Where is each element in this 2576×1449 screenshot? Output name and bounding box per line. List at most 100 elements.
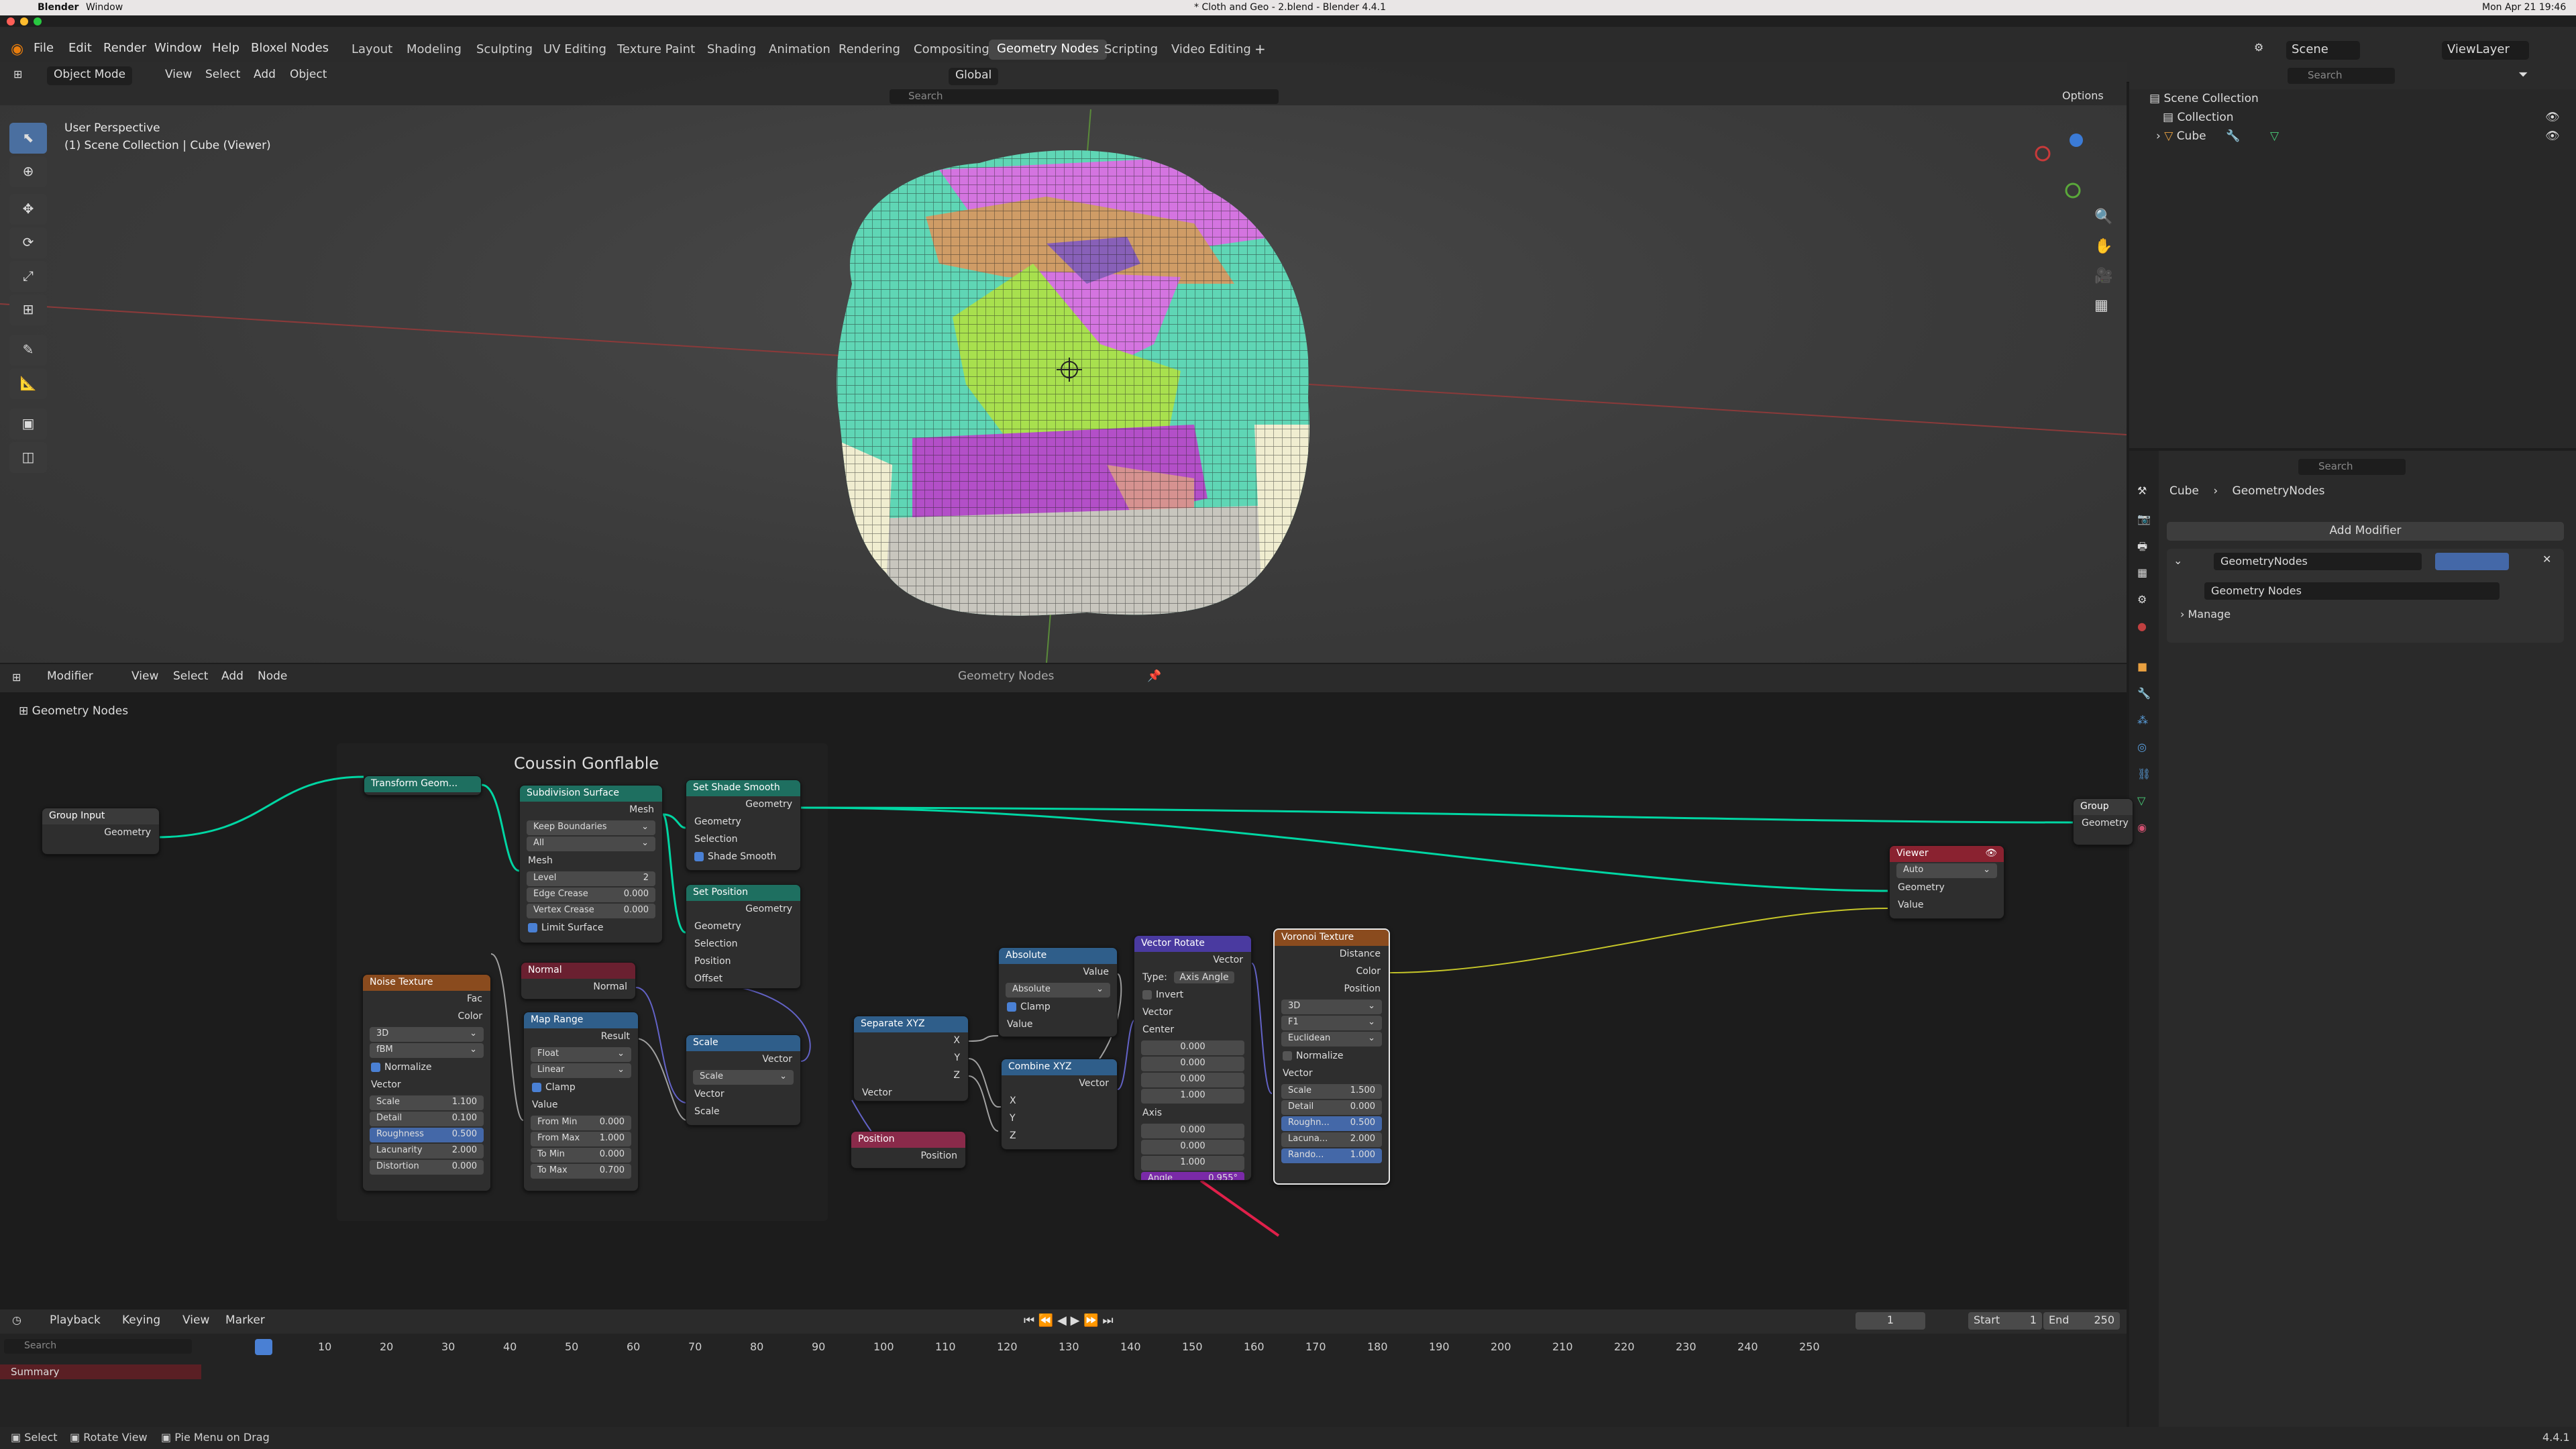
menu-window[interactable]: Window [154, 41, 202, 55]
current-frame-field[interactable]: 1 [1856, 1312, 1925, 1330]
node-position[interactable]: Position Position [851, 1131, 966, 1169]
node-header[interactable]: Combine XYZ [1002, 1059, 1117, 1075]
center-w-field[interactable]: 1.000 [1141, 1089, 1244, 1104]
output-tab-icon[interactable]: 🖶 [2137, 539, 2147, 557]
rotation-type-dropdown[interactable]: Axis Angle [1174, 971, 1234, 983]
randomness-field[interactable]: Rando... 1.000 [1281, 1148, 1382, 1163]
tab-texture-paint[interactable]: Texture Paint [617, 42, 695, 62]
close-icon[interactable]: ✕ [2542, 553, 2551, 566]
add-workspace-icon[interactable]: + [1254, 41, 1266, 57]
uv-smooth-dropdown[interactable]: All ⌄ [527, 837, 655, 851]
chevron-right-icon[interactable]: › [2156, 129, 2164, 143]
normalize-checkbox[interactable]: Normalize [1275, 1048, 1389, 1065]
eye-icon[interactable]: 👁 [1985, 848, 1997, 859]
node-header[interactable]: Absolute [999, 948, 1117, 964]
particles-tab-icon[interactable]: ⁂ [2137, 714, 2148, 727]
node-normal[interactable]: Normal Normal [521, 962, 636, 1000]
dimensions-dropdown[interactable]: 3D ⌄ [370, 1027, 484, 1042]
invert-checkbox[interactable]: Invert [1134, 987, 1251, 1004]
angle-field[interactable]: Angle 0.955° [1141, 1172, 1244, 1180]
scale-tool[interactable]: ⤢ [9, 261, 47, 292]
node-group-output[interactable]: Group Geometry [2073, 798, 2133, 845]
menu-render[interactable]: Render [103, 41, 146, 55]
modifier-tab-icon[interactable]: 🔧 [2137, 687, 2151, 700]
node-header[interactable]: Subdivision Surface [520, 786, 662, 802]
transform-orientation-dropdown[interactable]: Global [949, 68, 999, 85]
outliner-item-scene-collection[interactable]: ▤ Scene Collection [2149, 92, 2259, 105]
marker-menu[interactable]: Marker [225, 1313, 265, 1327]
select-box-tool[interactable]: ⬉ [9, 123, 47, 154]
node-header[interactable]: Separate XYZ [854, 1016, 968, 1032]
blender-logo-icon[interactable]: ◉ [11, 41, 23, 58]
outliner-search-input[interactable]: Search [2288, 68, 2395, 84]
feature-dropdown[interactable]: F1 ⌄ [1281, 1016, 1382, 1030]
scale-field[interactable]: Scale 1.100 [370, 1095, 484, 1110]
measure-tool[interactable]: 📐 [9, 368, 47, 399]
viewport-3d[interactable]: ⊞ Object Mode View Select Add Object Glo… [0, 62, 2127, 663]
menu-bloxel-nodes[interactable]: Bloxel Nodes [251, 41, 329, 55]
node-viewer[interactable]: Viewer 👁 Auto ⌄ Geometry Value [1889, 845, 2004, 919]
detail-field[interactable]: Detail 0.100 [370, 1112, 484, 1126]
node-header[interactable]: Map Range [524, 1012, 638, 1028]
viewport-menu-view[interactable]: View [165, 68, 192, 81]
node-transform-geometry[interactable]: Transform Geom... [364, 775, 482, 796]
menu-help[interactable]: Help [212, 41, 239, 55]
math-operation-dropdown[interactable]: Absolute ⌄ [1006, 983, 1110, 998]
zoom-window-button[interactable] [34, 17, 42, 25]
to-min-field[interactable]: To Min 0.000 [531, 1148, 631, 1163]
material-tab-icon[interactable]: ◉ [2137, 821, 2147, 834]
keying-menu[interactable]: Keying [122, 1313, 160, 1327]
viewport-menu-object[interactable]: Object [290, 68, 327, 81]
to-max-field[interactable]: To Max 0.700 [531, 1164, 631, 1179]
level-field[interactable]: Level 2 [527, 871, 655, 886]
node-header[interactable]: Noise Texture [363, 975, 490, 991]
scene-tab-icon[interactable]: ⚙ [2137, 593, 2147, 606]
viewport-menu-select[interactable]: Select [205, 68, 240, 81]
summary-channel[interactable]: Summary [0, 1364, 201, 1379]
node-absolute[interactable]: Absolute Value Absolute ⌄ Clamp Value [998, 947, 1118, 1037]
render-tab-icon[interactable]: 📷 [2137, 513, 2151, 525]
tab-scripting[interactable]: Scripting [1104, 42, 1158, 62]
distance-metric-dropdown[interactable]: Euclidean ⌄ [1281, 1032, 1382, 1046]
outliner-item-cube[interactable]: › ▽ Cube 🔧 ▽ 👁 [2156, 129, 2565, 143]
axis-y-field[interactable]: 0.000 [1141, 1140, 1244, 1155]
eye-icon[interactable]: 👁 [2545, 111, 2560, 124]
manage-subpanel[interactable]: › Manage [2180, 608, 2231, 621]
tab-layout[interactable]: Layout [352, 42, 392, 62]
node-header[interactable]: Set Position [686, 885, 800, 901]
node-set-shade-smooth[interactable]: Set Shade Smooth Geometry Geometry Selec… [686, 780, 801, 871]
modifier-name-input[interactable]: GeometryNodes [2214, 553, 2422, 570]
dimensions-dropdown[interactable]: 3D ⌄ [1281, 1000, 1382, 1014]
properties-search-input[interactable]: Search [2298, 459, 2406, 475]
normalize-checkbox[interactable]: Normalize [363, 1059, 490, 1077]
from-max-field[interactable]: From Max 1.000 [531, 1132, 631, 1146]
node-header[interactable]: Scale [686, 1035, 800, 1051]
boundary-dropdown[interactable]: Keep Boundaries ⌄ [527, 820, 655, 835]
physics-tab-icon[interactable]: ◎ [2137, 741, 2147, 753]
tab-uv-editing[interactable]: UV Editing [543, 42, 606, 62]
frame-ruler[interactable]: 1102030405060708090100110120130140150160… [201, 1336, 2127, 1356]
node-group-selector[interactable]: Geometry Nodes [2204, 582, 2500, 600]
tab-geometry-nodes[interactable]: Geometry Nodes [989, 40, 1107, 60]
menu-file[interactable]: File [34, 41, 54, 55]
grid-icon[interactable]: ▦ [2094, 297, 2108, 314]
start-frame-field[interactable]: Start 1 [1968, 1312, 2042, 1330]
outliner-item-collection[interactable]: ▤ Collection 👁 [2163, 111, 2565, 124]
end-frame-field[interactable]: End 250 [2043, 1312, 2120, 1330]
roughness-field[interactable]: Roughn... 0.500 [1281, 1116, 1382, 1131]
world-tab-icon[interactable]: ● [2137, 620, 2147, 633]
tab-animation[interactable]: Animation [769, 42, 830, 62]
annotate-tool[interactable]: ✎ [9, 335, 47, 366]
node-header[interactable]: Group [2074, 799, 2133, 815]
tool-tab-icon[interactable]: ⚒ [2137, 484, 2147, 497]
node-separate-xyz[interactable]: Separate XYZ X Y Z Vector [853, 1016, 969, 1102]
minimize-window-button[interactable] [20, 17, 28, 25]
node-header[interactable]: Position [851, 1132, 965, 1148]
extra-tool[interactable]: ◫ [9, 442, 47, 473]
node-map-range[interactable]: Map Range Result Float ⌄ Linear ⌄ Clamp Va… [523, 1012, 639, 1191]
options-button[interactable]: Options [2062, 89, 2104, 102]
playback-menu[interactable]: Playback [50, 1313, 101, 1327]
scene-selector[interactable]: Scene [2286, 41, 2360, 60]
axis-x-field[interactable]: 0.000 [1141, 1124, 1244, 1138]
center-y-field[interactable]: 0.000 [1141, 1057, 1244, 1071]
